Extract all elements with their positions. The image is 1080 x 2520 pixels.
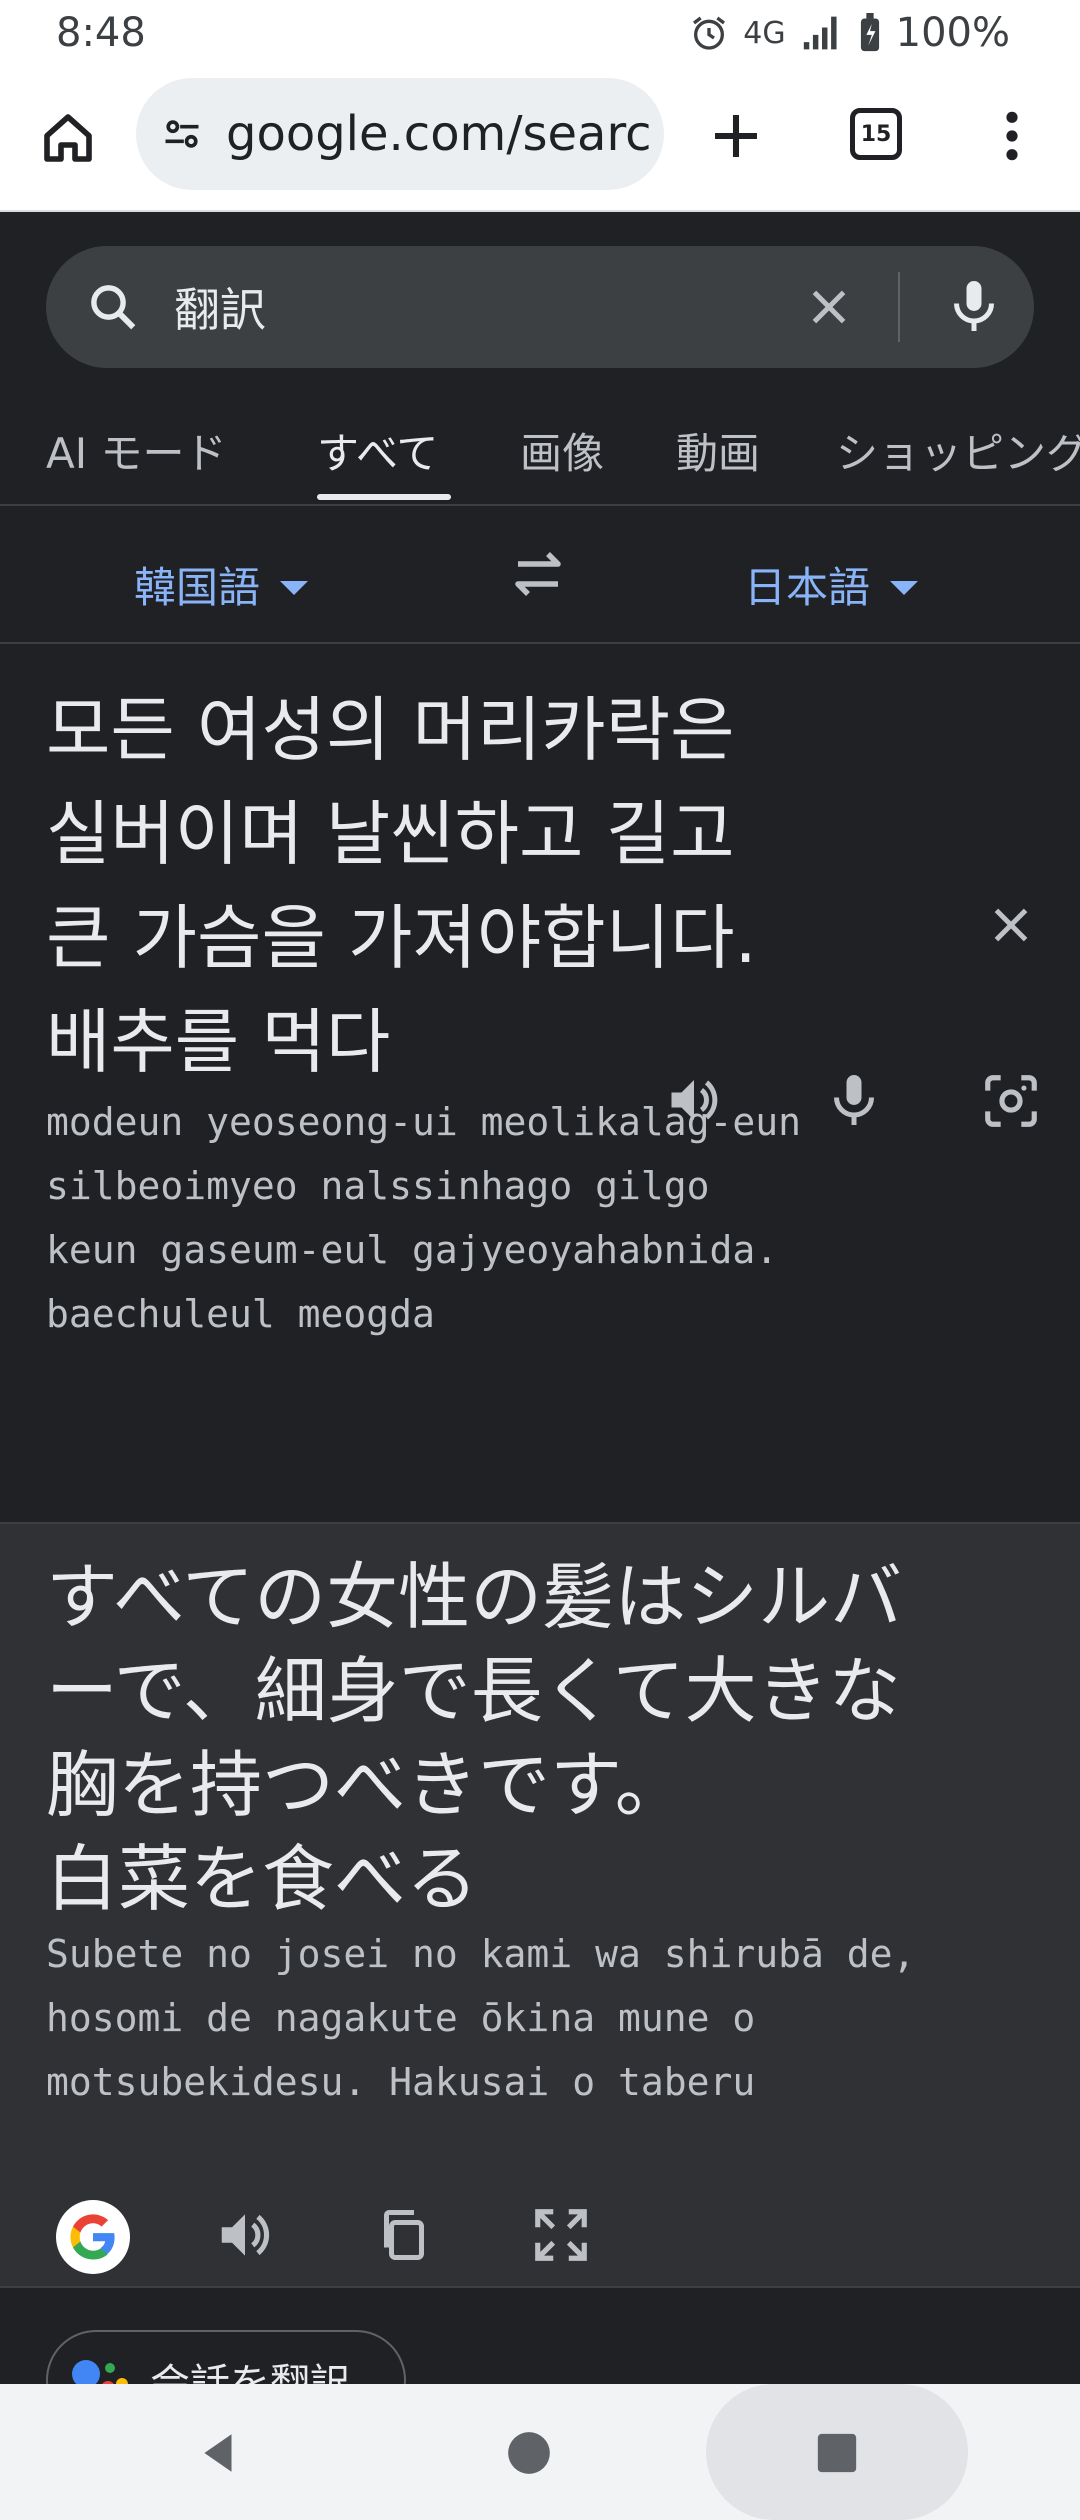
site-info-icon[interactable] (160, 112, 204, 156)
chevron-down-icon (280, 580, 309, 595)
translated-line: 胸を持つべきです。 (46, 1743, 687, 1827)
tabs-divider (0, 504, 1080, 506)
panel-bottom-divider (0, 2286, 1080, 2288)
source-line: 실버이며 날씬하고 길고 (46, 793, 735, 875)
target-romanization: Subete no josei no kami wa shirubā de, h… (46, 1922, 1076, 2114)
tab-shopping[interactable]: ショッピング (836, 420, 1080, 481)
translated-line: ーで、細身で長くて大きな (46, 1649, 901, 1733)
translation-panel: すべての女性の髪はシルバ ーで、細身で長くて大きな 胸を持つべきです。 白菜を食… (0, 1524, 1080, 2286)
new-tab-icon[interactable] (708, 108, 764, 164)
home-icon[interactable] (40, 110, 96, 166)
source-text-panel[interactable]: 모든 여성의 머리카락은 실버이며 날씬하고 길고 큰 가슴을 가져야합니다. … (0, 644, 1080, 1524)
source-line: 배추를 먹다 (46, 1001, 391, 1083)
romanization-line: Subete no josei no kami wa shirubā de, (46, 1932, 916, 1976)
romanization-line: silbeoimyeo nalssinhago gilgo (46, 1164, 710, 1208)
search-divider (898, 272, 900, 342)
romanization-line: baechuleul meogda (46, 1292, 435, 1336)
network-type: 4G (743, 15, 786, 51)
url-text: google.com/searc (226, 106, 652, 162)
source-language-label: 韓国語 (134, 563, 261, 612)
source-line: 모든 여성의 머리카락은 (46, 689, 735, 771)
swap-icon[interactable] (508, 546, 568, 602)
tab-count: 15 (860, 121, 892, 147)
address-bar[interactable]: google.com/searc (136, 78, 664, 190)
tab-images[interactable]: 画像 (520, 420, 604, 481)
romanization-line: modeun yeoseong-ui meolikalag-eun (46, 1100, 801, 1144)
tab-switcher-icon[interactable]: 15 (850, 108, 902, 160)
status-bar: 8:48 4G 100% (0, 0, 1080, 66)
active-tab-indicator (317, 494, 451, 500)
translated-line: 白菜を食べる (46, 1837, 479, 1921)
target-language-select[interactable]: 日本語 (744, 554, 919, 615)
signal-icon (803, 16, 837, 50)
google-g-icon[interactable] (56, 2200, 130, 2274)
fullscreen-icon[interactable] (530, 2204, 592, 2266)
battery-percent: 100% (895, 10, 1010, 56)
copy-icon[interactable] (374, 2204, 434, 2266)
translated-line: すべての女性の髪はシルバ (46, 1555, 903, 1639)
battery-icon (860, 13, 879, 52)
romanization-line: hosomi de nagakute ōkina mune o (46, 1996, 756, 2040)
romanization-line: keun gaseum-eul gajyeoyahabnida. (46, 1228, 779, 1272)
close-icon[interactable] (986, 900, 1036, 950)
assistant-icon (72, 2360, 128, 2384)
target-language-label: 日本語 (744, 563, 871, 612)
source-text[interactable]: 모든 여성의 머리카락은 실버이며 날씬하고 길고 큰 가슴을 가져야합니다. … (46, 678, 866, 1094)
source-romanization: modeun yeoseong-ui meolikalag-eun silbeo… (46, 1090, 1046, 1346)
clear-icon[interactable] (804, 282, 854, 332)
back-icon[interactable] (194, 2428, 244, 2478)
status-right: 4G 100% (689, 10, 1010, 56)
search-query: 翻訳 (174, 283, 266, 337)
search-box[interactable]: 翻訳 (46, 246, 1034, 368)
speaker-icon[interactable] (664, 1070, 724, 1130)
mic-icon[interactable] (944, 276, 1004, 336)
home-nav-icon[interactable] (504, 2428, 554, 2478)
status-time: 8:48 (56, 10, 146, 56)
romanization-line: motsubekidesu. Hakusai o taberu (46, 2060, 756, 2104)
conversation-translate-label: 会話を翻訳 (150, 2361, 350, 2384)
camera-icon[interactable] (980, 1070, 1042, 1132)
browser-toolbar: google.com/searc 15 (0, 66, 1080, 212)
more-menu-icon[interactable] (998, 108, 1026, 164)
speaker-icon[interactable] (214, 2204, 276, 2266)
search-tabs: AI モード すべて 画像 動画 ショッピング (0, 408, 1080, 518)
alarm-icon (693, 16, 726, 50)
search-results-page: 翻訳 AI モード すべて 画像 動画 ショッピング 韓国語 日本語 모든 여성… (0, 212, 1080, 2384)
conversation-translate-button[interactable]: 会話を翻訳 (46, 2330, 406, 2384)
recents-icon[interactable] (814, 2430, 860, 2476)
translated-text: すべての女性の髪はシルバ ーで、細身で長くて大きな 胸を持つべきです。 白菜を食… (46, 1550, 1036, 1926)
google-g-logo (70, 2214, 115, 2260)
chevron-down-icon (890, 580, 919, 595)
tab-ai-mode[interactable]: AI モード (46, 420, 226, 481)
search-icon (91, 285, 136, 330)
tab-videos[interactable]: 動画 (676, 420, 760, 481)
tab-all[interactable]: すべて (317, 420, 438, 481)
source-line: 큰 가슴을 가져야합니다. (46, 897, 757, 979)
source-language-select[interactable]: 韓国語 (134, 554, 309, 615)
mic-icon[interactable] (824, 1070, 884, 1130)
